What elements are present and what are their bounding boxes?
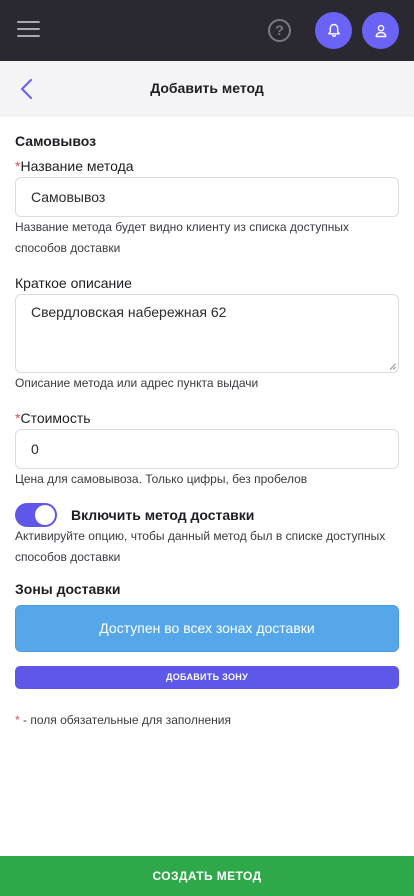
description-text: Свердловская набережная 62 — [31, 304, 227, 320]
user-icon — [375, 24, 386, 37]
resize-grip-icon[interactable] — [389, 363, 396, 370]
cost-label: *Стоимость — [15, 410, 91, 426]
description-hint: Описание метода или адрес пункта выдачи — [15, 376, 259, 390]
description-textarea[interactable]: Свердловская набережная 62 — [15, 294, 399, 373]
create-method-button[interactable]: СОЗДАТЬ МЕТОД — [0, 856, 414, 896]
all-zones-button[interactable]: Доступен во всех зонах доставки — [15, 605, 399, 652]
profile-button[interactable] — [362, 12, 399, 49]
enable-method-hint: Активируйте опцию, чтобы данный метод бы… — [15, 529, 386, 564]
question-mark-icon: ? — [275, 22, 284, 38]
method-name-input[interactable]: Самовывоз — [15, 177, 399, 217]
notifications-button[interactable] — [315, 12, 352, 49]
top-navigation-bar: ? — [0, 0, 414, 61]
cost-hint: Цена для самовывоза. Только цифры, без п… — [15, 472, 308, 486]
section-title: Самовывоз — [15, 133, 97, 149]
method-name-hint: Название метода будет видно клиенту из с… — [15, 220, 349, 255]
bell-icon — [327, 23, 340, 37]
add-zone-button[interactable]: ДОБАВИТЬ ЗОНУ — [15, 666, 399, 689]
method-name-label: *Название метода — [15, 158, 134, 174]
required-fields-note: * - поля обязательные для заполнения — [15, 713, 231, 727]
enable-method-label: Включить метод доставки — [71, 507, 255, 523]
cost-input[interactable]: 0 — [15, 429, 399, 469]
zones-title: Зоны доставки — [15, 581, 121, 597]
help-button[interactable]: ? — [268, 19, 291, 42]
method-name-label-text: Название метода — [20, 158, 134, 174]
hamburger-icon[interactable] — [17, 21, 40, 39]
page-header: Добавить метод — [0, 61, 414, 117]
cost-label-text: Стоимость — [20, 410, 91, 426]
enable-method-toggle[interactable] — [15, 503, 57, 527]
description-label: Краткое описание — [15, 275, 132, 291]
toggle-knob — [35, 505, 55, 525]
page-title: Добавить метод — [150, 80, 264, 96]
required-note-text: - поля обязательные для заполнения — [19, 713, 231, 727]
